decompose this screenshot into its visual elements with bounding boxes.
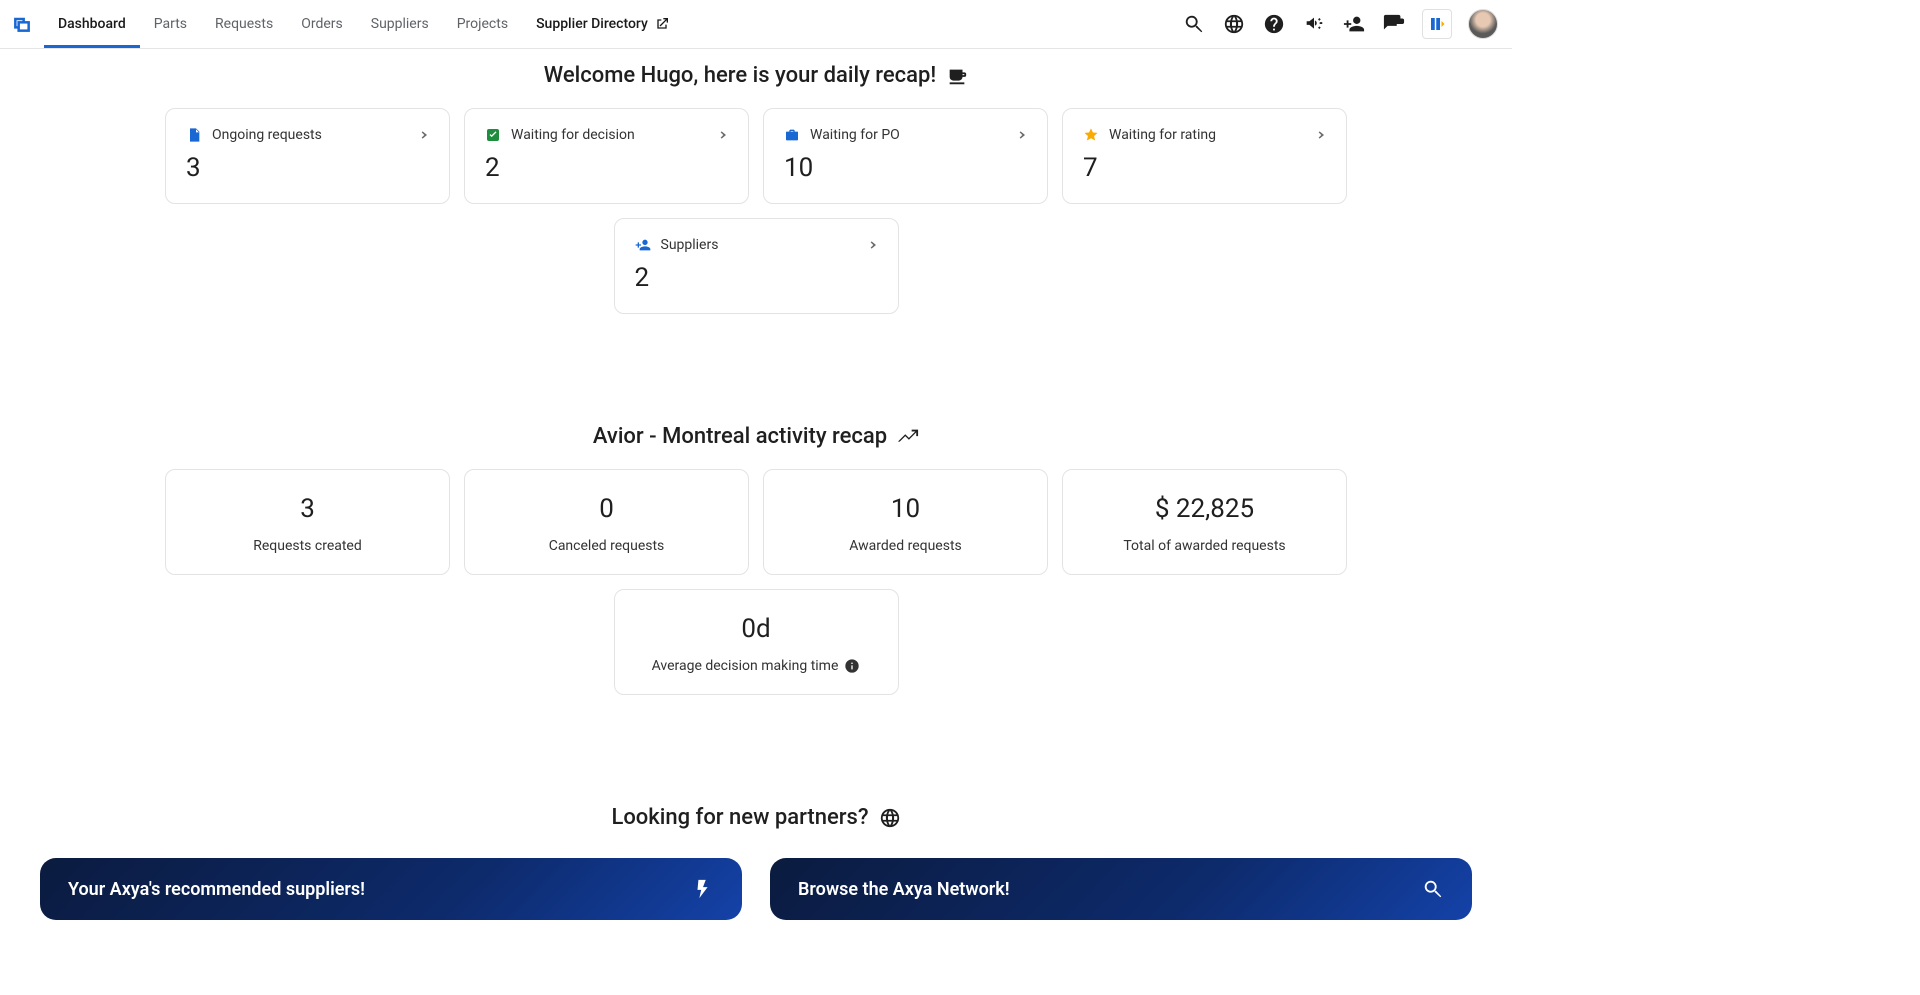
card-title: Browse the Axya Network!: [798, 879, 1010, 900]
search-button[interactable]: [1182, 12, 1206, 36]
daily-recap-title: Welcome Hugo, here is your daily recap!: [0, 63, 1512, 88]
card-suppliers[interactable]: Suppliers 2: [614, 218, 899, 314]
tab-projects[interactable]: Projects: [443, 0, 522, 48]
tab-requests[interactable]: Requests: [201, 0, 287, 48]
language-button[interactable]: [1222, 12, 1246, 36]
announcements-button[interactable]: [1302, 12, 1326, 36]
search-icon: [1183, 13, 1205, 35]
arrow-right-icon: [413, 127, 429, 143]
card-value: 7: [1083, 153, 1326, 183]
card-browse-network[interactable]: Browse the Axya Network!: [770, 858, 1472, 920]
partners-title: Looking for new partners?: [0, 805, 1512, 830]
tab-supplier-directory[interactable]: Supplier Directory: [522, 0, 684, 48]
card-value: 3: [186, 494, 429, 524]
activity-recap-cards: 3 Requests created 0 Canceled requests 1…: [0, 469, 1512, 695]
chat-icon: [1383, 13, 1405, 35]
tab-suppliers[interactable]: Suppliers: [357, 0, 443, 48]
tab-orders[interactable]: Orders: [287, 0, 357, 48]
card-value: 2: [485, 153, 728, 183]
person-add-icon: [1343, 13, 1365, 35]
document-icon: [186, 127, 202, 143]
globe-icon: [1223, 13, 1245, 35]
star-icon: [1083, 127, 1099, 143]
card-avg-decision-time: 0d Average decision making time: [614, 589, 899, 695]
card-label: Waiting for rating: [1109, 127, 1216, 143]
card-value: $ 22,825: [1083, 494, 1326, 524]
megaphone-icon: [1303, 13, 1325, 35]
card-canceled-requests: 0 Canceled requests: [464, 469, 749, 575]
bolt-icon: [692, 878, 714, 900]
card-recommended-suppliers[interactable]: Your Axya's recommended suppliers!: [40, 858, 742, 920]
card-ongoing-requests[interactable]: Ongoing requests 3: [165, 108, 450, 204]
arrow-right-icon: [712, 127, 728, 143]
card-value: 10: [784, 494, 1027, 524]
nav-actions: [1182, 0, 1512, 48]
tab-parts[interactable]: Parts: [140, 0, 201, 48]
card-value: 0d: [635, 614, 878, 644]
card-value: 3: [186, 153, 429, 183]
card-awarded-requests: 10 Awarded requests: [763, 469, 1048, 575]
external-link-icon: [654, 16, 670, 32]
logo-icon: [12, 14, 32, 34]
briefcase-icon: [784, 127, 800, 143]
check-badge-icon: [485, 127, 501, 143]
info-icon[interactable]: [844, 658, 860, 674]
arrow-right-icon: [862, 237, 878, 253]
card-label: Waiting for PO: [810, 127, 900, 143]
help-icon: [1263, 13, 1285, 35]
coffee-icon: [946, 65, 968, 87]
search-icon: [1422, 878, 1444, 900]
card-requests-created: 3 Requests created: [165, 469, 450, 575]
card-total-awarded: $ 22,825 Total of awarded requests: [1062, 469, 1347, 575]
card-value: 10: [784, 153, 1027, 183]
arrow-right-icon: [1310, 127, 1326, 143]
partners-cards: Your Axya's recommended suppliers! Brows…: [0, 858, 1512, 920]
product-switcher[interactable]: [1422, 9, 1452, 39]
switcher-icon: [1428, 15, 1446, 33]
arrow-right-icon: [1011, 127, 1027, 143]
card-label: Awarded requests: [849, 538, 962, 554]
card-label: Requests created: [253, 538, 362, 554]
app-logo[interactable]: [0, 0, 44, 48]
trend-icon: [897, 426, 919, 448]
nav-tabs: Dashboard Parts Requests Orders Supplier…: [44, 0, 684, 48]
tab-dashboard[interactable]: Dashboard: [44, 0, 140, 48]
top-nav: Dashboard Parts Requests Orders Supplier…: [0, 0, 1512, 49]
card-title: Your Axya's recommended suppliers!: [68, 879, 365, 900]
globe-icon: [879, 807, 901, 829]
card-value: 2: [635, 263, 878, 293]
card-value: 0: [485, 494, 728, 524]
card-waiting-rating[interactable]: Waiting for rating 7: [1062, 108, 1347, 204]
invite-button[interactable]: [1342, 12, 1366, 36]
card-label: Canceled requests: [549, 538, 665, 554]
card-label: Suppliers: [661, 237, 719, 253]
card-label: Total of awarded requests: [1123, 538, 1285, 554]
daily-recap-cards: Ongoing requests 3 Waiting for decision …: [0, 108, 1512, 314]
messages-button[interactable]: [1382, 12, 1406, 36]
person-add-icon: [635, 237, 651, 253]
card-label: Ongoing requests: [212, 127, 322, 143]
card-waiting-decision[interactable]: Waiting for decision 2: [464, 108, 749, 204]
card-label: Waiting for decision: [511, 127, 635, 143]
avatar[interactable]: [1468, 9, 1498, 39]
activity-recap-title: Avior - Montreal activity recap: [0, 424, 1512, 449]
card-label: Average decision making time: [652, 658, 839, 674]
help-button[interactable]: [1262, 12, 1286, 36]
card-waiting-po[interactable]: Waiting for PO 10: [763, 108, 1048, 204]
